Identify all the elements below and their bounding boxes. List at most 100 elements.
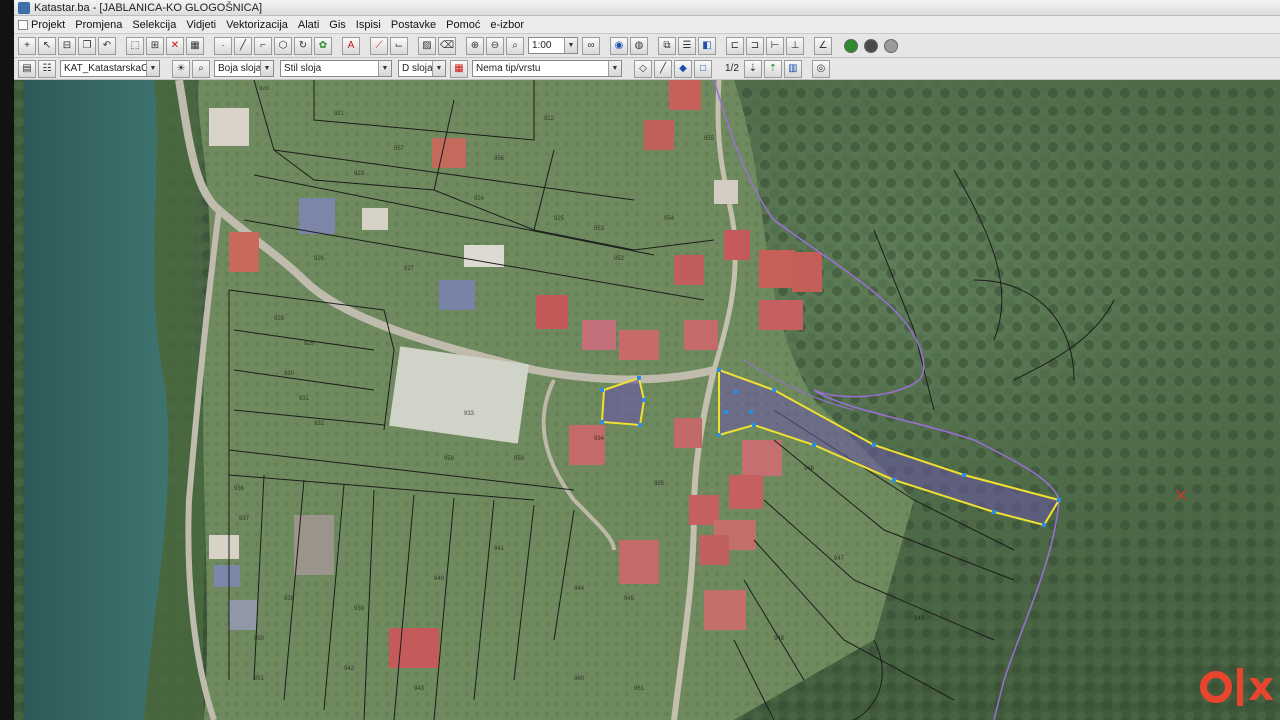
point-icon[interactable]: ·	[214, 36, 232, 55]
crosshair-icon[interactable]: +	[18, 36, 36, 55]
measure-icon[interactable]: ⊟	[58, 36, 76, 55]
rotate-icon[interactable]: ↻	[294, 36, 312, 55]
table-icon[interactable]: ▥	[783, 59, 802, 78]
menu-alati[interactable]: Alati	[298, 19, 319, 31]
parcel-number: 932	[314, 421, 325, 427]
main-toolbar: + ↖ ⊟ ❐ ↶ ⬚ ⊞ ✕ ▦ · ╱ ⌐ ⬡ ↻ ✿ A ⟋ ⌙ ▨ ⌫ …	[14, 34, 1280, 58]
menu-pomoc[interactable]: Pomoć	[446, 19, 480, 31]
menu-bar: Projekt Promjena Selekcija Vidjeti Vekto…	[14, 16, 1280, 34]
angle-icon[interactable]: ∠	[814, 36, 832, 55]
calendar-icon[interactable]: ▦	[450, 59, 468, 78]
parcel-number: 924	[474, 196, 485, 202]
menu-label: Gis	[329, 18, 346, 31]
trim-icon[interactable]: ⌙	[390, 36, 408, 55]
parcel-number: 942	[344, 666, 355, 672]
parcel-number: 949	[914, 616, 925, 622]
app-window: Katastar.ba - [JABLANICA-KO GLOGOŠNICA] …	[14, 0, 1280, 720]
menu-postavke[interactable]: Postavke	[391, 19, 436, 31]
parcel-number: 938	[284, 596, 295, 602]
parcel-number: 926	[314, 256, 325, 262]
snap-mid-icon[interactable]: ⊢	[766, 36, 784, 55]
erase-icon[interactable]: ⌫	[438, 36, 456, 55]
menu-vidjeti[interactable]: Vidjeti	[186, 19, 216, 31]
layer-manager-icon[interactable]: ▤	[18, 59, 36, 78]
offset-line-icon[interactable]: ⟋	[370, 36, 388, 55]
pattern-icon[interactable]: ▨	[418, 36, 436, 55]
menu-promjena[interactable]: Promjena	[75, 19, 122, 31]
scale-label: 1/2	[725, 63, 739, 74]
layer-toolbar: ▤ ☷ KAT_KatastarskaOpcina ▼ ☀ ⌕ Boja slo…	[14, 58, 1280, 80]
rectangle-icon[interactable]: □	[694, 59, 712, 78]
polygon-icon[interactable]: ⬡	[274, 36, 292, 55]
parcel-number: 935	[654, 481, 665, 487]
parcel-number: 945	[624, 596, 635, 602]
parcel-number: 941	[494, 546, 505, 552]
globe-alt-icon[interactable]: ◍	[630, 36, 648, 55]
target-icon[interactable]: ◎	[811, 59, 830, 78]
parcel-number: 951	[254, 676, 265, 682]
status-grey-icon[interactable]	[884, 38, 898, 53]
select-icon[interactable]: ↖	[38, 36, 56, 55]
parcel-number: 947	[834, 556, 845, 562]
palette-icon[interactable]: ✿	[314, 36, 332, 55]
parcel-number: 933	[464, 411, 475, 417]
map-canvas[interactable]: 920 921 922 923 924 925 926 927 928 929 …	[14, 80, 1280, 720]
menu-label: Vidjeti	[186, 18, 217, 31]
polyline-icon[interactable]: ⌐	[254, 36, 272, 55]
layer-combo[interactable]: KAT_KatastarskaOpcina ▼	[60, 60, 160, 77]
snap-end-icon[interactable]: ⊐	[746, 36, 764, 55]
layer-settings-icon[interactable]: ◧	[698, 36, 716, 55]
parcel-number: 920	[259, 86, 270, 92]
parcel-number: 952	[614, 256, 625, 262]
vertex-icon[interactable]: ◆	[674, 59, 692, 78]
properties-icon[interactable]: ☰	[678, 36, 696, 55]
layer-list-icon[interactable]: ☷	[38, 59, 56, 78]
merge-icon[interactable]: ⇡	[763, 59, 782, 78]
lightbulb-icon[interactable]: ☀	[172, 59, 190, 78]
parcel-number: 927	[404, 266, 415, 272]
type-combo[interactable]: Nema tip/vrstu ▼	[472, 60, 622, 77]
parcel-number: 960	[574, 676, 585, 682]
menu-label: Selekcija	[132, 18, 177, 31]
status-dark-icon[interactable]	[864, 38, 878, 53]
title-bar: Katastar.ba - [JABLANICA-KO GLOGOŠNICA]	[14, 0, 1280, 16]
menu-ispisi[interactable]: Ispisi	[356, 19, 381, 31]
text-icon[interactable]: A	[342, 36, 360, 55]
style-combo[interactable]: Stil sloja ▼	[280, 60, 392, 77]
menu-e-izbor[interactable]: e-izbor	[490, 19, 524, 31]
undo-icon[interactable]: ↶	[98, 36, 116, 55]
parcel-number: 957	[394, 146, 405, 152]
snap-perp-icon[interactable]: ⊥	[786, 36, 804, 55]
menu-selekcija[interactable]: Selekcija	[132, 19, 176, 31]
select-window-icon[interactable]: ⬚	[126, 36, 144, 55]
menu-projekt[interactable]: Projekt	[18, 19, 65, 31]
grid-icon[interactable]: ▦	[186, 36, 204, 55]
zoom-out-icon[interactable]: ⊖	[486, 36, 504, 55]
menu-label: Vektorizacija	[226, 18, 288, 31]
split-icon[interactable]: ⇣	[743, 59, 762, 78]
pointer-icon[interactable]: ◇	[634, 59, 652, 78]
menu-label: Pomoć	[446, 18, 481, 31]
binoculars-icon[interactable]: ∞	[582, 36, 600, 55]
snap-icon[interactable]: ⊏	[726, 36, 744, 55]
zoom-combo[interactable]: 1:00 ▼	[528, 37, 578, 54]
delete-icon[interactable]: ✕	[166, 36, 184, 55]
layers-icon[interactable]: ⧉	[658, 36, 676, 55]
menu-gis[interactable]: Gis	[329, 19, 346, 31]
line-icon[interactable]: ╱	[234, 36, 252, 55]
d-sloja-combo[interactable]: D sloja ▼	[398, 60, 446, 77]
parcel-number: 936	[234, 486, 245, 492]
select-multi-icon[interactable]: ⊞	[146, 36, 164, 55]
globe-icon[interactable]: ◉	[610, 36, 628, 55]
status-green-icon[interactable]	[844, 38, 858, 53]
copy-icon[interactable]: ❐	[78, 36, 96, 55]
parcel-number: 948	[774, 636, 785, 642]
parcel-number: 931	[299, 396, 310, 402]
search-icon[interactable]: ⌕	[192, 59, 210, 78]
menu-vektorizacija[interactable]: Vektorizacija	[226, 19, 288, 31]
draw-line-icon[interactable]: ╱	[654, 59, 672, 78]
zoom-in-icon[interactable]: ⊕	[466, 36, 484, 55]
color-combo[interactable]: Boja sloja ▼	[214, 60, 274, 77]
document-icon	[18, 19, 28, 30]
zoom-window-icon[interactable]: ⌕	[506, 36, 524, 55]
